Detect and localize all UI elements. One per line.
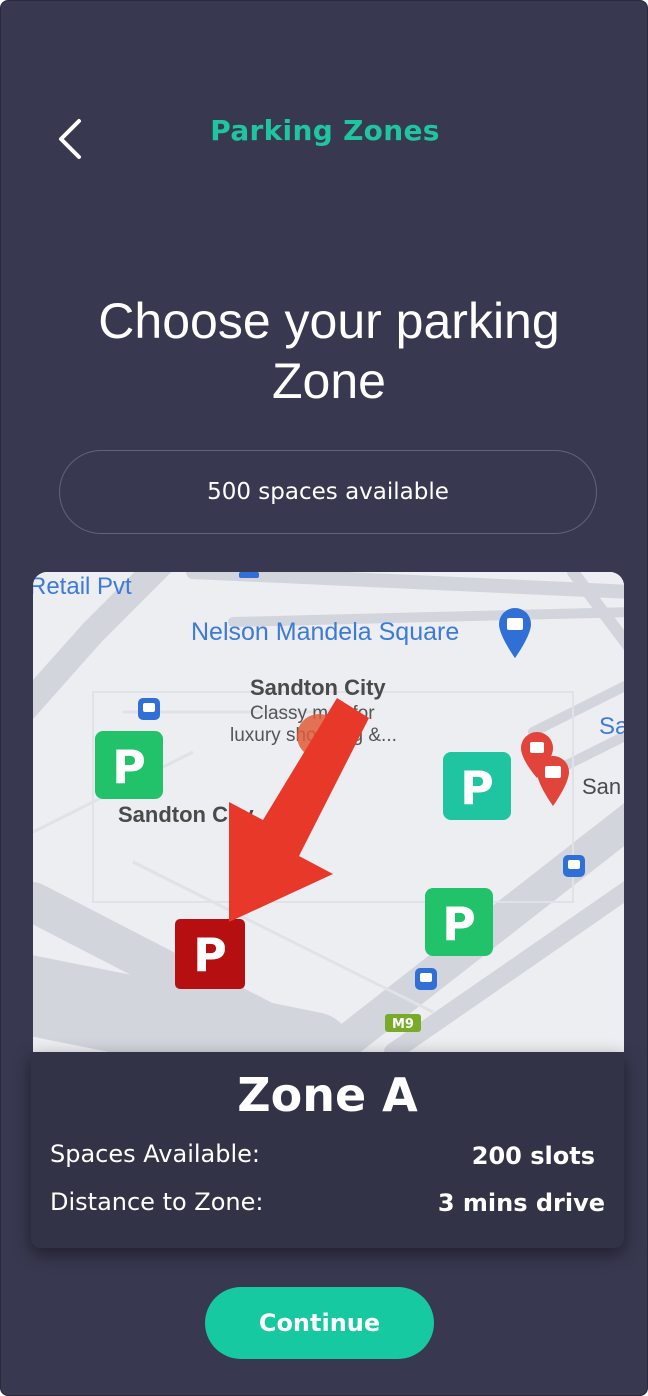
road-shield-label: M9: [392, 1017, 414, 1032]
svg-text:P: P: [442, 897, 476, 951]
phone-screen: Parking Zones Choose your parking Zone 5…: [0, 0, 648, 1396]
continue-button[interactable]: Continue: [205, 1287, 434, 1359]
zone-card: Zone A Spaces Available: 200 slots Dista…: [31, 1052, 624, 1248]
availability-pill: 500 spaces available: [59, 450, 597, 534]
availability-label: 500 spaces available: [207, 479, 449, 505]
parking-marker-selected[interactable]: P: [175, 919, 245, 989]
map-label-right-san: San: [582, 774, 621, 799]
spaces-label: Spaces Available:: [50, 1140, 260, 1168]
svg-text:P: P: [112, 740, 146, 794]
page-title: Parking Zones: [210, 114, 440, 147]
bus-stop-icon: [563, 855, 585, 877]
parking-marker-2[interactable]: P: [443, 752, 511, 820]
spaces-value: 200 slots: [471, 1142, 595, 1170]
svg-text:P: P: [193, 928, 227, 982]
continue-label: Continue: [258, 1309, 381, 1337]
map-label-right-sa: Sa: [599, 713, 624, 740]
bus-stop-icon: [138, 698, 160, 720]
distance-value: 3 mins drive: [437, 1189, 605, 1217]
headline: Choose your parking Zone: [98, 293, 560, 409]
map-label-sandton-city: Sandton City: [250, 675, 386, 700]
bus-stop-icon: [415, 968, 437, 990]
map-label-nelson-square: Nelson Mandela Square: [191, 618, 459, 646]
parking-marker-1[interactable]: P: [95, 731, 163, 799]
zone-title: Zone A: [237, 1068, 418, 1122]
parking-marker-3[interactable]: P: [425, 888, 493, 956]
distance-label: Distance to Zone:: [50, 1188, 264, 1216]
svg-text:P: P: [460, 761, 494, 815]
map-label-retail: Retail Pvt: [33, 573, 132, 600]
parking-map[interactable]: M9 Retail Pvt Nelson Mandela Square Sand…: [33, 572, 624, 1052]
